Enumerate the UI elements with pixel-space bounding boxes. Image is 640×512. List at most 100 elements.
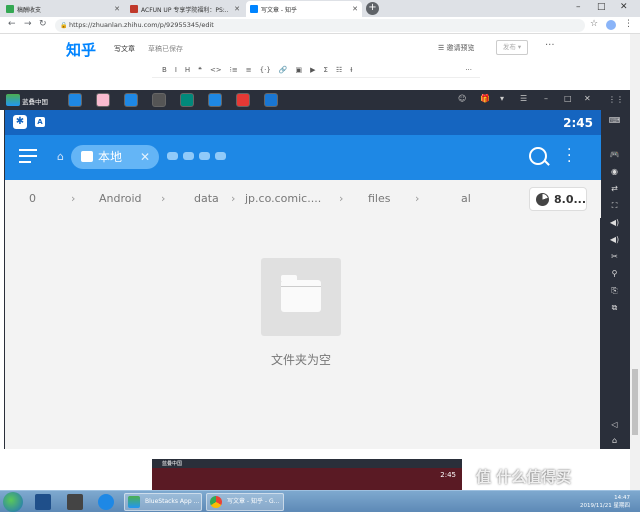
- ie-icon[interactable]: [98, 494, 114, 510]
- chrome-icon: [210, 496, 222, 508]
- italic-button[interactable]: I: [175, 66, 177, 74]
- bs-minimize-button[interactable]: –: [544, 94, 548, 103]
- zhihu-logo[interactable]: 知乎: [66, 39, 96, 60]
- app-tab-icon[interactable]: [68, 93, 82, 107]
- chat-icon[interactable]: [199, 152, 210, 160]
- app-tab-icon[interactable]: [208, 93, 222, 107]
- volume-up-icon[interactable]: ◀): [608, 218, 621, 228]
- location-icon[interactable]: ⚲: [608, 269, 621, 279]
- more-options-icon[interactable]: ···: [545, 40, 555, 51]
- close-button[interactable]: ✕: [620, 2, 628, 12]
- explorer-icon[interactable]: [67, 494, 83, 510]
- breadcrumb-item[interactable]: Android: [99, 192, 142, 205]
- network-icon[interactable]: [167, 152, 178, 160]
- bookmark-star-icon[interactable]: ☆: [590, 19, 598, 29]
- copy-icon[interactable]: ⎘: [608, 286, 621, 296]
- video-button[interactable]: ▶: [310, 66, 315, 74]
- bs-close-button[interactable]: ✕: [584, 94, 591, 103]
- image-button[interactable]: ▣: [296, 66, 303, 74]
- url-input[interactable]: 🔒 https://zhuanlan.zhihu.com/p/92955345/…: [55, 19, 585, 32]
- app-tab-icon[interactable]: [264, 93, 278, 107]
- notification-icon[interactable]: ▾: [500, 94, 504, 103]
- hamburger-menu-icon[interactable]: [19, 149, 37, 164]
- breadcrumb-item[interactable]: al: [461, 192, 471, 205]
- storage-usage-button[interactable]: 8.0...: [529, 187, 587, 211]
- home-nav-icon[interactable]: ⌂: [608, 436, 621, 446]
- minimize-button[interactable]: –: [576, 2, 581, 12]
- keyboard-icon[interactable]: ⌨: [608, 116, 621, 126]
- expand-icon[interactable]: ⋮⋮: [608, 95, 624, 105]
- code-block-button[interactable]: {·}: [260, 66, 271, 74]
- invite-preview-button[interactable]: ☰ 邀请预览: [438, 43, 475, 53]
- taskbar-bluestacks[interactable]: BlueStacks App ...: [124, 493, 202, 511]
- taskbar-chrome[interactable]: 写文章 - 知乎 - G...: [206, 493, 284, 511]
- heading-button[interactable]: H: [185, 66, 190, 74]
- formula-button[interactable]: Σ: [324, 66, 328, 74]
- unordered-list-button[interactable]: ≡: [246, 66, 252, 74]
- gamepad-icon[interactable]: 🎮: [608, 150, 621, 160]
- app-tab-icon[interactable]: [180, 93, 194, 107]
- forward-icon[interactable]: →: [24, 19, 32, 29]
- tab-acfun[interactable]: ACFUN UP 专享学院福利：PS:.. ✕: [126, 1, 244, 17]
- tab-favicon-icon: [6, 5, 14, 13]
- write-article-label: 写文章: [114, 45, 135, 53]
- system-clock[interactable]: 14:47 2019/11/21 星期四: [580, 494, 630, 510]
- breadcrumb-item[interactable]: data: [194, 192, 219, 205]
- app-tab-icon[interactable]: [124, 93, 138, 107]
- quote-button[interactable]: ❝: [198, 66, 202, 74]
- profile-avatar[interactable]: [606, 20, 616, 30]
- home-icon[interactable]: ⌂: [57, 150, 64, 163]
- thumbnail-time: 2:45: [440, 471, 456, 479]
- page-scrollbar[interactable]: [630, 34, 640, 490]
- overflow-menu-icon[interactable]: · · ·: [567, 143, 573, 169]
- breadcrumb-item[interactable]: 0: [29, 192, 36, 205]
- breadcrumb-item[interactable]: jp.co.comic....: [245, 192, 321, 205]
- start-button[interactable]: [3, 492, 23, 512]
- tab-zhihu-write[interactable]: 写文章 - 知乎 ✕: [246, 1, 362, 17]
- search-icon[interactable]: [529, 147, 547, 165]
- screenshot-icon[interactable]: ✂: [608, 252, 621, 262]
- tab-close-icon[interactable]: ✕: [114, 5, 120, 13]
- breadcrumb: 0 › Android › data › jp.co.comic.... › f…: [5, 180, 601, 218]
- table-button[interactable]: ☷: [336, 66, 342, 74]
- tab-earnings[interactable]: 稿酬收支 ✕: [2, 1, 124, 17]
- scrollbar-thumb[interactable]: [632, 369, 638, 435]
- publish-button[interactable]: 发布 ▾: [496, 40, 528, 55]
- menu-icon[interactable]: ☰: [520, 94, 527, 103]
- back-icon[interactable]: ←: [8, 19, 16, 29]
- link-button[interactable]: 🔗: [279, 66, 288, 74]
- app-tab-icon[interactable]: [96, 93, 110, 107]
- gift-icon[interactable]: 🎁: [480, 94, 490, 103]
- clear-format-button[interactable]: Ɨ: [350, 66, 352, 74]
- settings-app-icon[interactable]: [152, 93, 166, 107]
- address-bar: ← → ↻ 🔒 https://zhuanlan.zhihu.com/p/929…: [0, 17, 640, 34]
- volume-down-icon[interactable]: ◀): [608, 235, 621, 245]
- browser-menu-icon[interactable]: ⋮: [624, 19, 633, 29]
- chip-close-icon[interactable]: ✕: [140, 145, 150, 169]
- fullscreen-icon[interactable]: ⛶: [608, 201, 621, 211]
- status-time: 2:45: [563, 116, 593, 130]
- eye-icon[interactable]: ◉: [608, 167, 621, 177]
- ordered-list-button[interactable]: ⁝≡: [230, 66, 238, 74]
- back-nav-icon[interactable]: ◁: [608, 420, 621, 430]
- code-button[interactable]: <>: [210, 66, 222, 74]
- new-tab-button[interactable]: +: [366, 2, 379, 15]
- tab-close-icon[interactable]: ✕: [234, 5, 240, 13]
- bold-button[interactable]: B: [162, 66, 167, 74]
- tab-close-icon[interactable]: ✕: [352, 5, 358, 13]
- location-chip[interactable]: 本地 ✕: [71, 145, 159, 169]
- bluestacks-thumbnail[interactable]: 蓝叠中国 2:45: [152, 459, 462, 490]
- cloud-icon[interactable]: [215, 152, 226, 160]
- app-tab-icon[interactable]: [236, 93, 250, 107]
- location-label: 本地: [98, 150, 123, 164]
- account-icon[interactable]: ☺: [458, 94, 466, 103]
- breadcrumb-item[interactable]: files: [368, 192, 390, 205]
- multi-instance-icon[interactable]: ⧉: [608, 303, 621, 313]
- rotate-icon[interactable]: ⇄: [608, 184, 621, 194]
- bs-maximize-button[interactable]: □: [564, 94, 572, 103]
- maximize-button[interactable]: □: [597, 2, 606, 12]
- toolbar-more-icon[interactable]: ···: [465, 66, 472, 74]
- reload-icon[interactable]: ↻: [39, 19, 47, 29]
- desktop-icon[interactable]: [35, 494, 51, 510]
- network-icon[interactable]: [183, 152, 194, 160]
